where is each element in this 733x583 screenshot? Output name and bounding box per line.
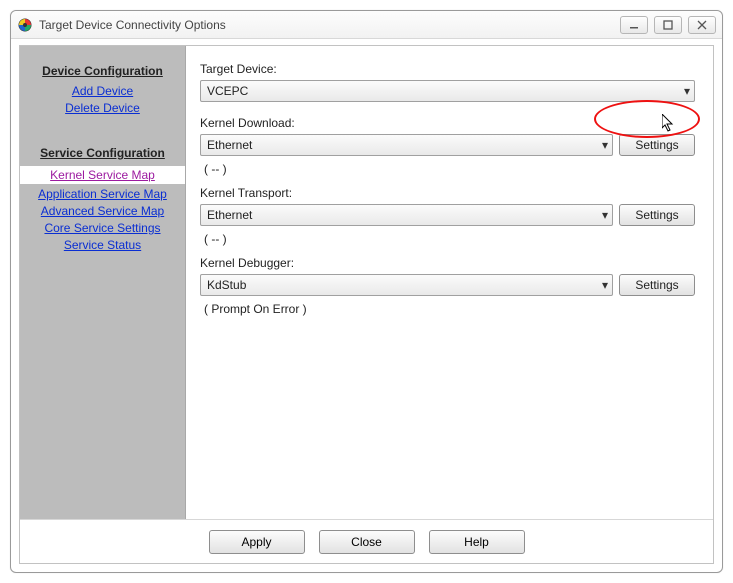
dialog-window: Target Device Connectivity Options Devic… [10, 10, 723, 573]
kernel-transport-settings-button[interactable]: Settings [619, 204, 695, 226]
sidebar: Device Configuration Add Device Delete D… [20, 46, 186, 519]
sidebar-link-application-service-map[interactable]: Application Service Map [20, 187, 185, 201]
app-icon [17, 17, 33, 33]
sidebar-link-add-device[interactable]: Add Device [20, 84, 185, 98]
client-area: Device Configuration Add Device Delete D… [19, 45, 714, 564]
maximize-button[interactable] [654, 16, 682, 34]
apply-button[interactable]: Apply [209, 530, 305, 554]
sidebar-heading-device: Device Configuration [20, 64, 185, 78]
kernel-download-label: Kernel Download: [200, 116, 695, 130]
sidebar-heading-service: Service Configuration [20, 146, 185, 160]
sidebar-link-advanced-service-map[interactable]: Advanced Service Map [20, 204, 185, 218]
kernel-download-value: Ethernet [207, 138, 252, 152]
kernel-debugger-label: Kernel Debugger: [200, 256, 695, 270]
close-button[interactable] [688, 16, 716, 34]
window-buttons [620, 16, 716, 34]
kernel-download-settings-button[interactable]: Settings [619, 134, 695, 156]
kernel-download-hint: ( -- ) [204, 162, 695, 176]
content-pane: Target Device: VCEPC ▾ Kernel Download: … [186, 46, 713, 519]
kernel-debugger-combo[interactable]: KdStub ▾ [200, 274, 613, 296]
kernel-transport-hint: ( -- ) [204, 232, 695, 246]
target-device-value: VCEPC [207, 84, 248, 98]
chevron-down-icon: ▾ [602, 138, 608, 152]
kernel-transport-combo[interactable]: Ethernet ▾ [200, 204, 613, 226]
sidebar-link-core-service-settings[interactable]: Core Service Settings [20, 221, 185, 235]
sidebar-link-service-status[interactable]: Service Status [20, 238, 185, 252]
kernel-download-combo[interactable]: Ethernet ▾ [200, 134, 613, 156]
target-device-label: Target Device: [200, 62, 695, 76]
window-title: Target Device Connectivity Options [39, 18, 620, 32]
kernel-transport-label: Kernel Transport: [200, 186, 695, 200]
sidebar-link-delete-device[interactable]: Delete Device [20, 101, 185, 115]
kernel-transport-value: Ethernet [207, 208, 252, 222]
chevron-down-icon: ▾ [602, 208, 608, 222]
chevron-down-icon: ▾ [684, 84, 690, 98]
minimize-button[interactable] [620, 16, 648, 34]
titlebar[interactable]: Target Device Connectivity Options [11, 11, 722, 39]
sidebar-link-kernel-service-map[interactable]: Kernel Service Map [20, 166, 185, 184]
help-button[interactable]: Help [429, 530, 525, 554]
target-device-combo[interactable]: VCEPC ▾ [200, 80, 695, 102]
kernel-debugger-value: KdStub [207, 278, 246, 292]
kernel-debugger-settings-button[interactable]: Settings [619, 274, 695, 296]
chevron-down-icon: ▾ [602, 278, 608, 292]
close-dialog-button[interactable]: Close [319, 530, 415, 554]
kernel-debugger-hint: ( Prompt On Error ) [204, 302, 695, 316]
dialog-footer: Apply Close Help [20, 519, 713, 563]
